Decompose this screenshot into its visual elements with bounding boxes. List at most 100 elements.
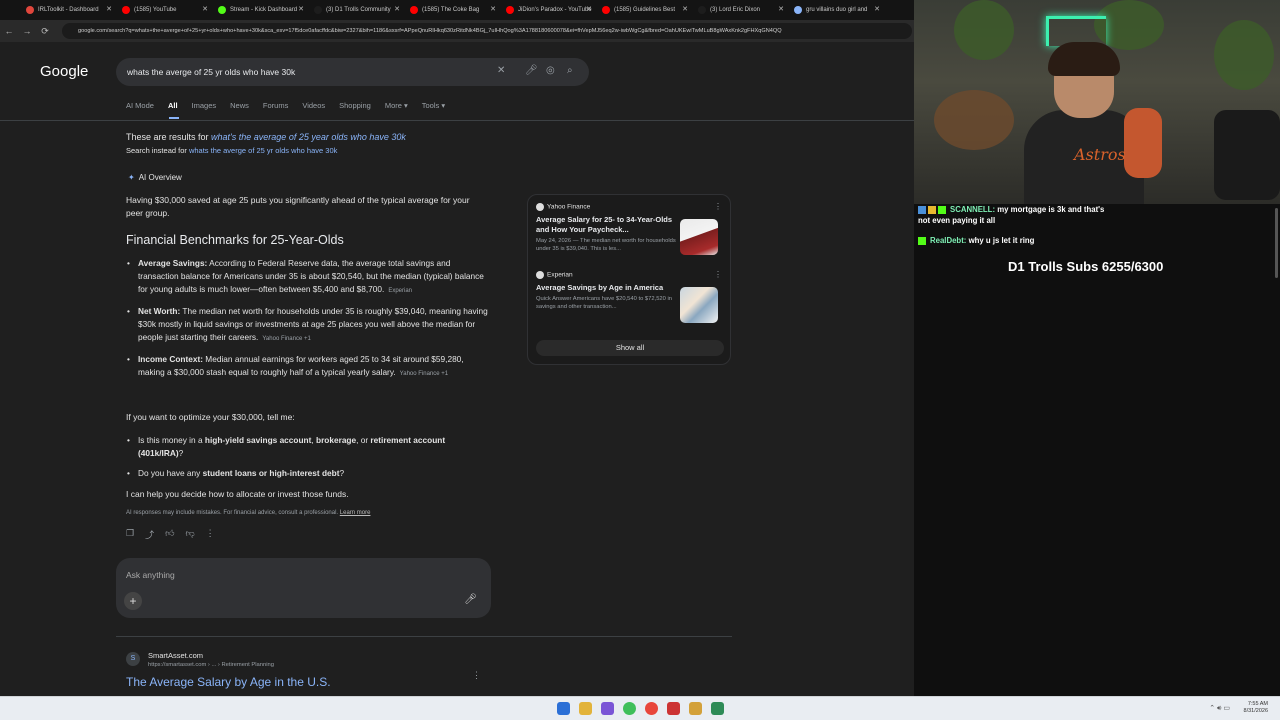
publisher-name: Experian (547, 271, 573, 279)
spelling-correction: These are results for what's the average… (126, 132, 406, 142)
close-tab-icon[interactable]: ✕ (874, 5, 880, 13)
list-item: Income Context: Median annual earnings f… (126, 353, 488, 381)
close-tab-icon[interactable]: ✕ (298, 5, 304, 13)
search-tabs: AI Mode All Images News Forums Videos Sh… (126, 101, 459, 115)
result-url[interactable]: https://smartasset.com › ... › Retiremen… (148, 662, 274, 668)
lens-icon[interactable]: ◎ (546, 65, 555, 76)
tab-title: IRLToolkit - Dashboard (38, 7, 99, 13)
system-tray-icon[interactable]: ⌃ 🔊︎ ▭ (1209, 704, 1230, 713)
q-prefix: Is this money in a (138, 435, 205, 445)
browser-tab[interactable]: Stream - Kick Dashboard ✕ (214, 0, 310, 20)
ai-overview-heading: Financial Benchmarks for 25-Year-Olds (126, 233, 344, 247)
more-options-icon[interactable]: ⋮ (714, 270, 722, 279)
browser-tab[interactable]: JiDion's Paradox - YouTube ✕ (502, 0, 598, 20)
browser-tab[interactable]: (3) D1 Trolls Community ✕ (310, 0, 406, 20)
source-title[interactable]: Average Salary for 25- to 34-Year-Olds a… (536, 215, 676, 235)
thumbs-up-icon[interactable]: 👍︎ (165, 528, 174, 541)
address-bar[interactable]: google.com/search?q=whats+the+averge+of+… (62, 23, 912, 39)
plus-icon[interactable]: + (124, 592, 142, 610)
ask-anything-box[interactable]: Ask anything + 🎤︎ (116, 558, 491, 618)
corrected-query-link[interactable]: what's the average of 25 year olds who h… (211, 132, 406, 142)
results-divider (116, 636, 732, 637)
microphone-icon[interactable]: 🎤︎ (464, 594, 477, 605)
tab-favicon-icon (26, 6, 34, 14)
disclaimer-text: AI responses may include mistakes. For f… (126, 510, 340, 516)
tab-ai-mode[interactable]: AI Mode (126, 101, 154, 115)
clear-icon[interactable]: ✕ (497, 65, 505, 76)
ask-input[interactable]: Ask anything (126, 570, 175, 580)
scrollbar[interactable] (1275, 208, 1278, 278)
microphone-icon[interactable]: 🎤︎ (525, 65, 538, 76)
forward-arrow-icon[interactable]: → (18, 26, 36, 36)
browser-tab[interactable]: (1585) YouTube ✕ (118, 0, 214, 20)
close-tab-icon[interactable]: ✕ (202, 5, 208, 13)
file-explorer-icon[interactable] (579, 702, 592, 715)
badge-icon (928, 205, 936, 214)
clock-date: 8/31/2026 (1243, 708, 1268, 714)
close-tab-icon[interactable]: ✕ (682, 5, 688, 13)
source-chip[interactable]: Experian (388, 288, 412, 294)
start-icon[interactable] (557, 702, 570, 715)
tab-favicon-icon (698, 6, 706, 14)
source-card[interactable]: Experian ⋮ Average Savings by Age in Ame… (536, 267, 724, 333)
tab-more[interactable]: More ▾ (385, 101, 408, 115)
tab-shopping[interactable]: Shopping (339, 101, 371, 115)
browser-tab[interactable]: IRLToolkit - Dashboard ✕ (22, 0, 118, 20)
result-title-link[interactable]: The Average Salary by Age in the U.S. (126, 675, 331, 689)
copy-icon[interactable]: ❐ (126, 528, 134, 541)
spotify-icon[interactable] (623, 702, 636, 715)
tab-tools[interactable]: Tools ▾ (422, 101, 445, 115)
thumbs-down-icon[interactable]: 👎︎ (186, 528, 195, 541)
browser-tab[interactable]: (1585) Guidelines Best ✕ (598, 0, 694, 20)
close-tab-icon[interactable]: ✕ (586, 5, 592, 13)
tab-title: gru villains duo girl and (806, 7, 868, 13)
q-prefix: Do you have any (138, 468, 203, 478)
back-arrow-icon[interactable]: ← (0, 26, 18, 36)
learn-more-link[interactable]: Learn more (340, 510, 371, 516)
close-tab-icon[interactable]: ✕ (394, 5, 400, 13)
search-box[interactable]: whats the averge of 25 yr olds who have … (116, 58, 589, 86)
source-chip[interactable]: Yahoo Finance +1 (262, 336, 310, 342)
tab-forums[interactable]: Forums (263, 101, 288, 115)
ai-overview-intro: Having $30,000 saved at age 25 puts you … (126, 195, 470, 218)
browser-tab[interactable]: (1585) The Coke Bag ✕ (406, 0, 502, 20)
search-query[interactable]: whats the averge of 25 yr olds who have … (127, 67, 295, 77)
header-divider (0, 120, 914, 121)
app-icon[interactable] (711, 702, 724, 715)
app-icon[interactable] (689, 702, 702, 715)
app-icon[interactable] (667, 702, 680, 715)
tab-title: (3) Lord Eric Dixon (710, 7, 761, 13)
more-options-icon[interactable]: ⋮ (206, 528, 215, 541)
more-options-icon[interactable]: ⋮ (714, 202, 722, 211)
source-chip[interactable]: Yahoo Finance +1 (400, 371, 448, 377)
close-tab-icon[interactable]: ✕ (490, 5, 496, 13)
browser-tab-active[interactable]: gru villains duo girl and ✕ (790, 0, 886, 20)
reload-icon[interactable]: ⟳ (36, 26, 54, 37)
tab-news[interactable]: News (230, 101, 249, 115)
result-site-name[interactable]: SmartAsset.com (148, 651, 203, 660)
tab-videos[interactable]: Videos (302, 101, 325, 115)
obs-icon[interactable] (601, 702, 614, 715)
tab-images[interactable]: Images (192, 101, 217, 115)
clock[interactable]: 7:55 AM 8/31/2026 (1244, 701, 1268, 715)
close-tab-icon[interactable]: ✕ (778, 5, 784, 13)
q-mid: , or (356, 435, 371, 445)
search-icon[interactable]: ⌕ (567, 65, 573, 76)
tab-favicon-icon (314, 6, 322, 14)
chrome-icon[interactable] (645, 702, 658, 715)
source-title[interactable]: Average Savings by Age in America (536, 283, 676, 293)
chat-text: why u js let it ring (966, 236, 1035, 245)
source-card[interactable]: Yahoo Finance ⋮ Average Salary for 25- t… (536, 199, 724, 265)
close-tab-icon[interactable]: ✕ (106, 5, 112, 13)
badge-icon (918, 236, 926, 245)
google-logo[interactable]: Google (40, 63, 88, 80)
share-icon[interactable]: ⤴ (145, 528, 154, 541)
sources-panel: Yahoo Finance ⋮ Average Salary for 25- t… (527, 194, 731, 365)
tab-all[interactable]: All (168, 101, 178, 115)
tab-favicon-icon (506, 6, 514, 14)
more-options-icon[interactable]: ⋮ (472, 670, 481, 681)
original-query-link[interactable]: whats the averge of 25 yr olds who have … (189, 146, 337, 155)
browser-tab[interactable]: (3) Lord Eric Dixon ✕ (694, 0, 790, 20)
show-all-button[interactable]: Show all (536, 340, 724, 356)
tab-strip: IRLToolkit - Dashboard ✕ (1585) YouTube ✕ … (0, 0, 914, 20)
